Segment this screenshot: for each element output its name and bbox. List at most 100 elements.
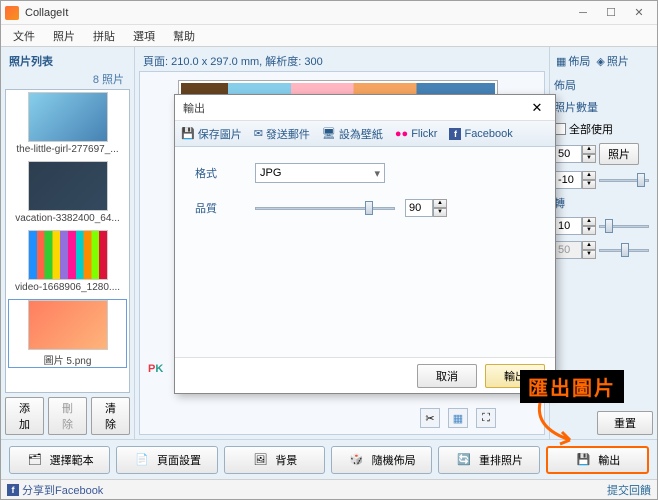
spin-down-icon[interactable]: ▼ <box>582 226 596 235</box>
email-icon: ✉ <box>254 127 263 140</box>
menu-collage[interactable]: 拼貼 <box>85 26 123 46</box>
shuffle-button[interactable]: 🎲隨機佈局 <box>331 446 432 474</box>
facebook-icon: f <box>449 128 461 140</box>
spacing-input[interactable] <box>554 171 582 189</box>
dialog-close-button[interactable]: ✕ <box>527 98 547 118</box>
dialog-title: 輸出 <box>183 100 527 116</box>
minimize-button[interactable]: ─ <box>569 3 597 23</box>
right-tabs: ▦ 佈局 ◈ 照片 <box>554 51 653 71</box>
list-item[interactable]: vacation-3382400_64... <box>8 161 127 224</box>
menu-help[interactable]: 幫助 <box>165 26 203 46</box>
photo-button[interactable]: 照片 <box>599 143 639 165</box>
dialog-footer: 取消 輸出 <box>175 357 555 393</box>
add-button[interactable]: 添加 <box>5 397 44 435</box>
background-button[interactable]: 🖼背景 <box>224 446 325 474</box>
count-input[interactable] <box>554 145 582 163</box>
thumbnail <box>28 300 108 350</box>
cancel-button[interactable]: 取消 <box>417 364 477 388</box>
tab-wallpaper[interactable]: 🖥設為壁紙 <box>322 126 383 142</box>
photo-list[interactable]: the-little-girl-277697_... vacation-3382… <box>5 89 130 393</box>
spacing-slider[interactable] <box>599 172 649 188</box>
clear-button[interactable]: 清除 <box>91 397 130 435</box>
count-spinner[interactable]: ▲▼ <box>554 145 596 163</box>
spin-up-icon[interactable]: ▲ <box>433 199 447 208</box>
export-icon: 💾 <box>574 451 592 469</box>
disabled-slider <box>599 242 649 258</box>
rotate-slider[interactable] <box>599 218 649 234</box>
thumbnail <box>28 92 108 142</box>
format-label: 格式 <box>195 165 245 181</box>
export-button[interactable]: 💾輸出 <box>546 446 649 474</box>
canvas-info: 頁面: 210.0 x 297.0 mm, 解析度: 300 <box>139 51 545 71</box>
list-item[interactable]: 圖片 5.png <box>8 299 127 368</box>
page-icon: 📄 <box>133 451 151 469</box>
quality-spinner[interactable]: ▲▼ <box>405 199 447 217</box>
quality-label: 品質 <box>195 200 245 216</box>
format-select[interactable]: JPG <box>255 163 385 183</box>
titlebar: CollageIt ─ ☐ ✕ <box>1 1 657 25</box>
quality-input[interactable] <box>405 199 433 217</box>
wallpaper-icon: 🖥 <box>322 127 336 140</box>
app-icon <box>5 6 19 20</box>
rotate-label: 轉 <box>554 195 653 211</box>
layout-section-label: 佈局 <box>554 77 653 93</box>
photo-count-field-label: 照片數量 <box>554 99 598 115</box>
save-icon: 💾 <box>181 127 195 140</box>
maximize-button[interactable]: ☐ <box>597 3 625 23</box>
spin-up-icon[interactable]: ▲ <box>582 171 596 180</box>
tab-photo[interactable]: ◈ 照片 <box>596 53 628 69</box>
thumbnail-name: the-little-girl-277697_... <box>16 144 118 155</box>
rearrange-button[interactable]: 🔄重排照片 <box>438 446 539 474</box>
reset-button[interactable]: 重置 <box>597 411 653 435</box>
thumbnail-name: vacation-3382400_64... <box>15 213 120 224</box>
template-icon: 🗂 <box>26 451 44 469</box>
spin-down-icon: ▼ <box>582 250 596 259</box>
dialog-tabs: 💾保存圖片 ✉發送郵件 🖥設為壁紙 ●●Flickr fFacebook <box>175 121 555 147</box>
feedback-link[interactable]: 提交回饋 <box>607 482 651 498</box>
facebook-icon: f <box>7 484 19 496</box>
tab-flickr[interactable]: ●●Flickr <box>395 128 438 140</box>
menu-photo[interactable]: 照片 <box>45 26 83 46</box>
sidebar: 照片列表 8 照片 the-little-girl-277697_... vac… <box>1 47 135 439</box>
rotate-input[interactable] <box>554 217 582 235</box>
spacing-spinner[interactable]: ▲▼ <box>554 171 596 189</box>
spin-up-icon[interactable]: ▲ <box>582 145 596 154</box>
dialog-titlebar: 輸出 ✕ <box>175 95 555 121</box>
sidebar-title: 照片列表 <box>9 53 53 69</box>
dice-icon: 🎲 <box>348 451 366 469</box>
tab-email[interactable]: ✉發送郵件 <box>254 126 310 142</box>
refresh-icon: 🔄 <box>455 451 473 469</box>
spin-down-icon[interactable]: ▼ <box>433 208 447 217</box>
quality-slider[interactable] <box>255 200 395 216</box>
spin-down-icon[interactable]: ▼ <box>582 154 596 163</box>
background-icon: 🖼 <box>251 451 269 469</box>
use-all-label: 全部使用 <box>569 121 613 137</box>
list-item[interactable]: the-little-girl-277697_... <box>8 92 127 155</box>
photo-count-label: 8 照片 <box>93 74 124 86</box>
menu-options[interactable]: 選項 <box>125 26 163 46</box>
canvas-tools: ✂ ▦ ⛶ <box>420 408 496 428</box>
list-item[interactable]: video-1668906_1280.... <box>8 230 127 293</box>
statusbar: f分享到Facebook 提交回饋 <box>1 479 657 499</box>
dialog-body: 格式 JPG 品質 ▲▼ <box>175 147 555 357</box>
tab-save-image[interactable]: 💾保存圖片 <box>181 126 242 142</box>
crop-icon[interactable]: ✂ <box>420 408 440 428</box>
menu-file[interactable]: 文件 <box>5 26 43 46</box>
share-facebook-link[interactable]: f分享到Facebook <box>7 482 103 498</box>
export-dialog: 輸出 ✕ 💾保存圖片 ✉發送郵件 🖥設為壁紙 ●●Flickr fFaceboo… <box>174 94 556 394</box>
page-setup-button[interactable]: 📄頁面設置 <box>116 446 217 474</box>
delete-button[interactable]: 刪除 <box>48 397 87 435</box>
grid-icon[interactable]: ▦ <box>448 408 468 428</box>
spin-down-icon[interactable]: ▼ <box>582 180 596 189</box>
flickr-icon: ●● <box>395 128 408 140</box>
disabled-input <box>554 241 582 259</box>
tab-layout[interactable]: ▦ 佈局 <box>556 53 590 69</box>
spin-up-icon: ▲ <box>582 241 596 250</box>
expand-icon[interactable]: ⛶ <box>476 408 496 428</box>
tab-facebook[interactable]: fFacebook <box>449 128 512 140</box>
menubar: 文件 照片 拼貼 選項 幫助 <box>1 25 657 47</box>
rotate-spinner[interactable]: ▲▼ <box>554 217 596 235</box>
template-button[interactable]: 🗂選擇範本 <box>9 446 110 474</box>
close-button[interactable]: ✕ <box>625 3 653 23</box>
spin-up-icon[interactable]: ▲ <box>582 217 596 226</box>
